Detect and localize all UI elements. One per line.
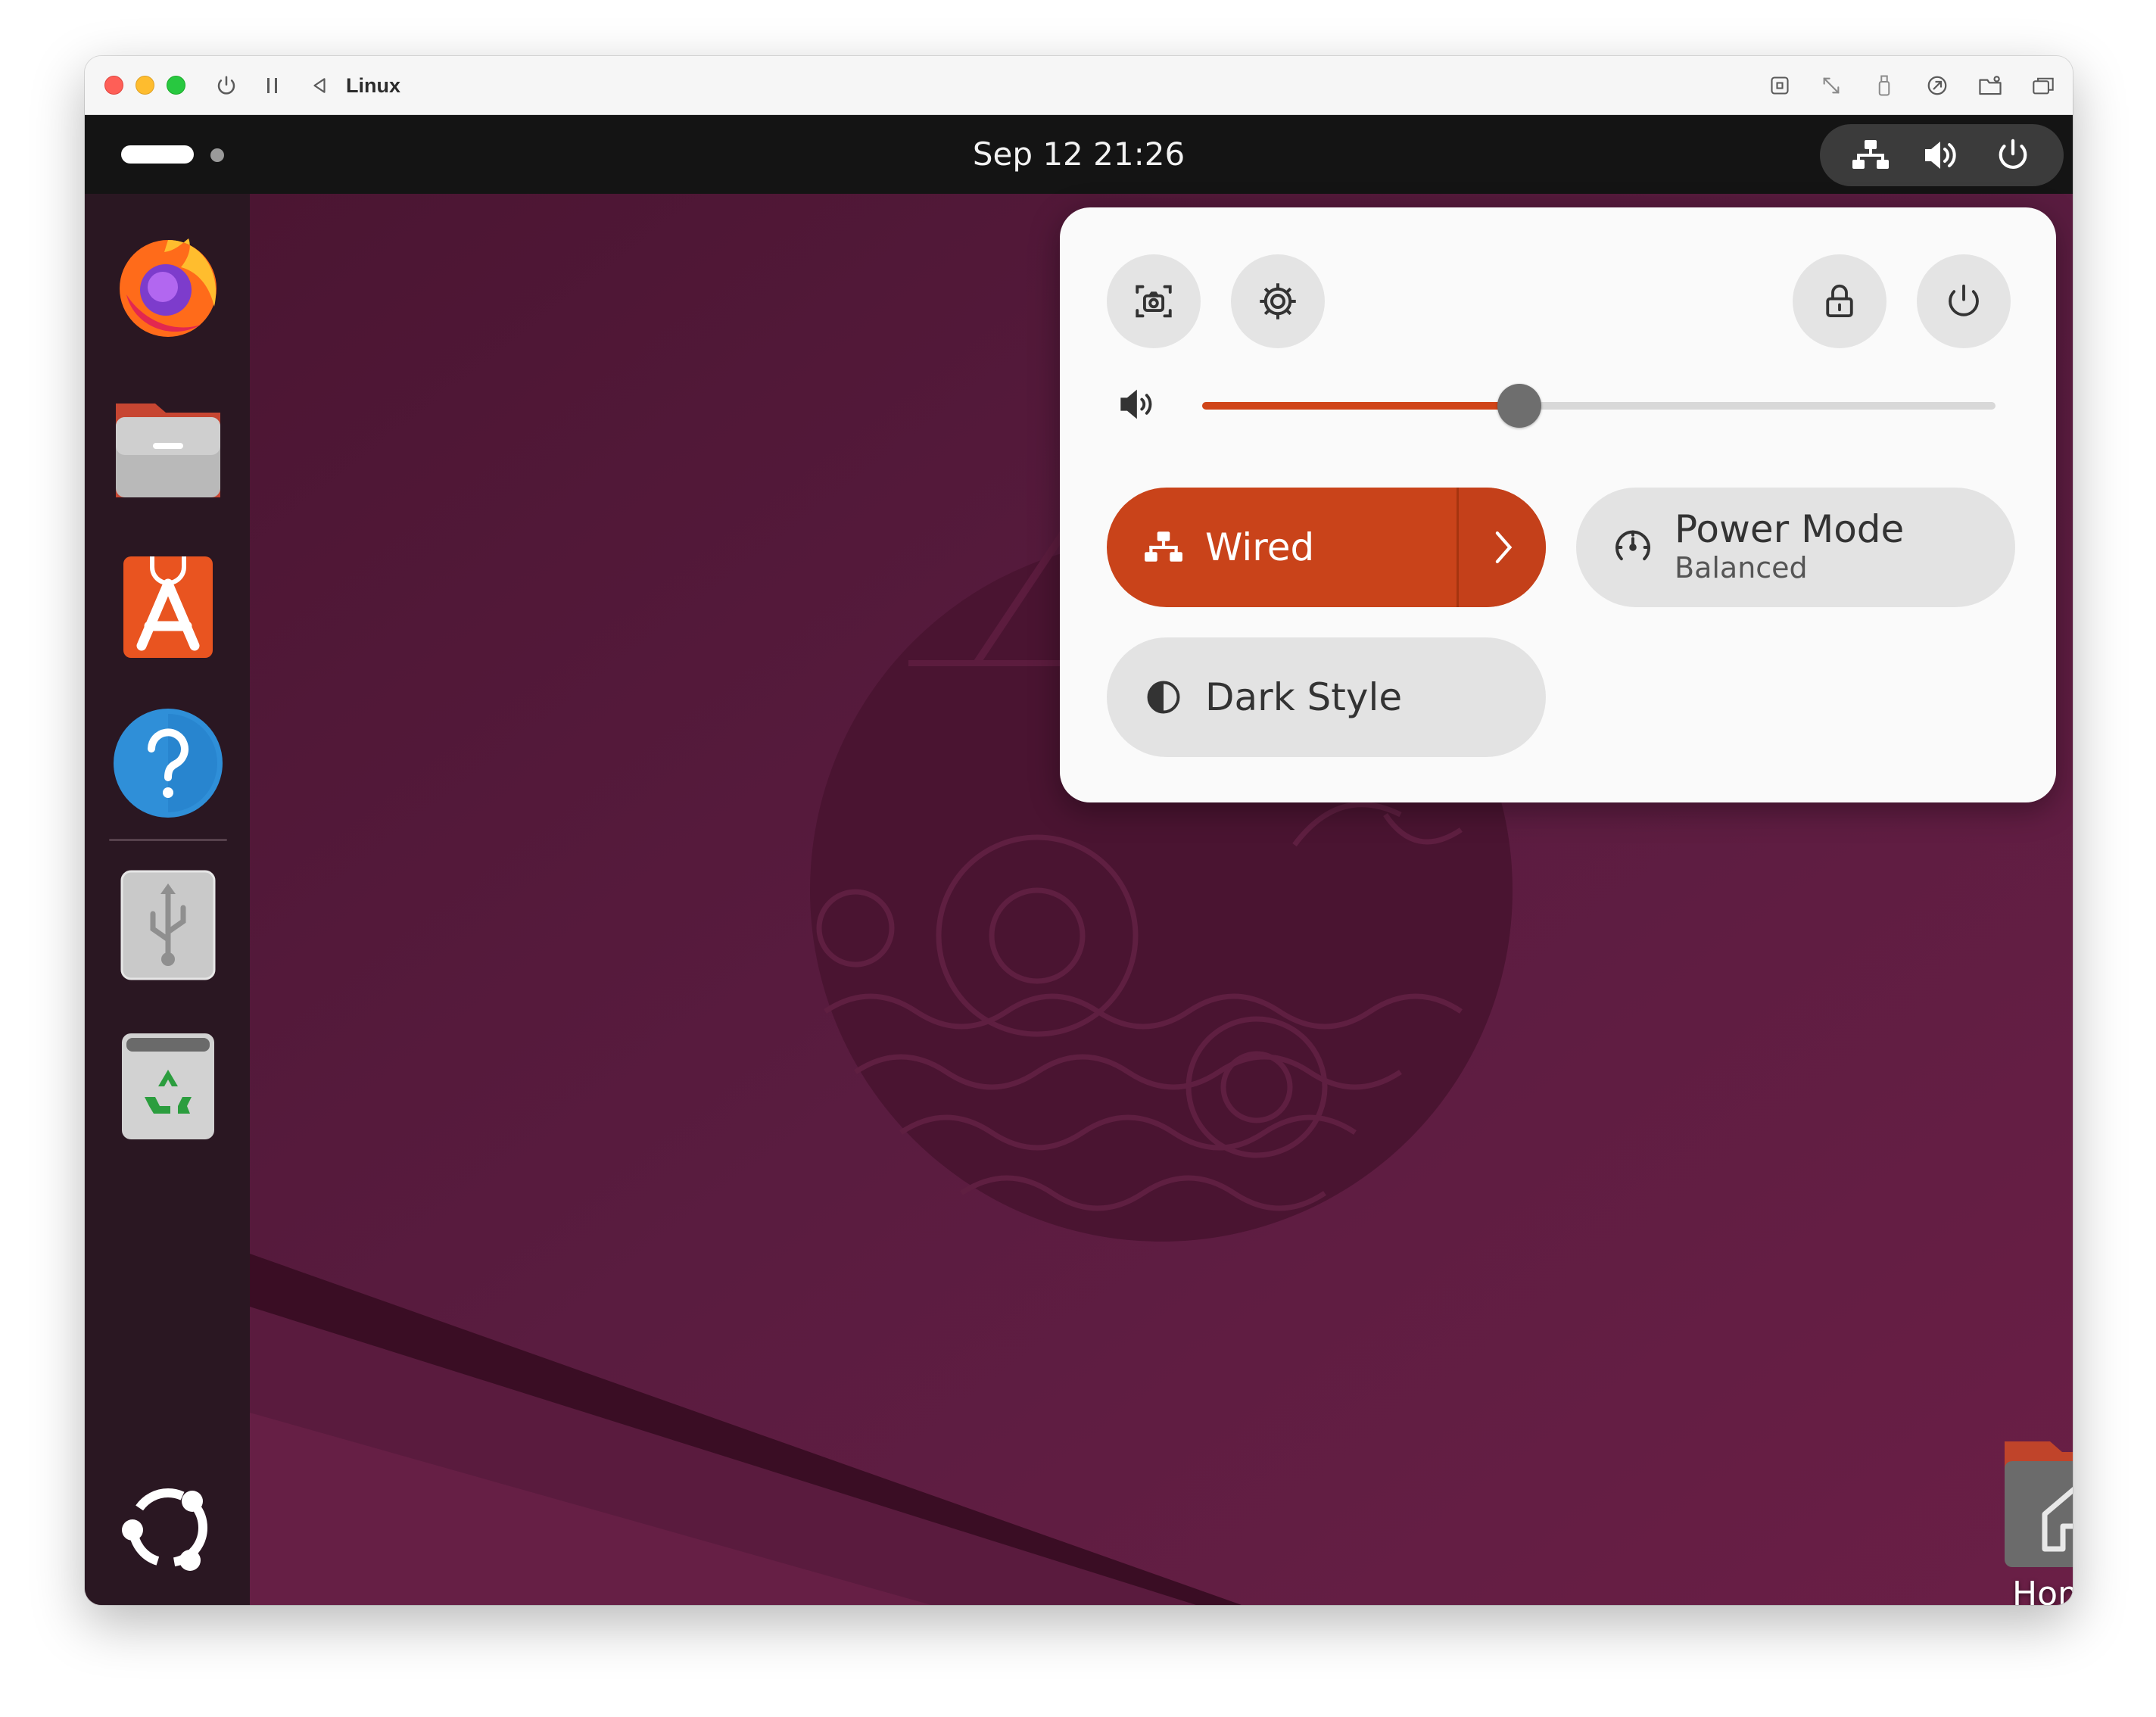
volume-slider-handle[interactable] bbox=[1497, 384, 1542, 428]
command-icon[interactable] bbox=[1761, 68, 1799, 103]
window-title: Linux bbox=[346, 74, 400, 97]
files-icon bbox=[116, 404, 220, 497]
system-status-area[interactable] bbox=[1820, 124, 2064, 186]
window-mode-icon[interactable] bbox=[2024, 68, 2062, 103]
dark-style-toggle[interactable]: Dark Style bbox=[1107, 637, 1546, 757]
home-folder-icon bbox=[2005, 1441, 2073, 1567]
speaker-icon bbox=[1919, 132, 1964, 178]
ubuntu-logo-icon bbox=[122, 1488, 207, 1571]
lock-button[interactable] bbox=[1793, 254, 1886, 348]
power-mode-toggle[interactable]: Power Mode Balanced bbox=[1576, 488, 2015, 607]
speaker-icon bbox=[1117, 386, 1163, 425]
help-icon bbox=[114, 709, 223, 818]
wired-toggle[interactable]: Wired bbox=[1107, 488, 1546, 607]
power-icon[interactable] bbox=[207, 68, 245, 103]
network-wired-icon bbox=[1142, 525, 1185, 569]
top-bar: Sep 12 21:26 bbox=[85, 115, 2073, 194]
dock bbox=[85, 194, 250, 1605]
volume-slider[interactable] bbox=[1202, 384, 1996, 428]
dark-style-label: Dark Style bbox=[1205, 675, 1403, 719]
vm-window: Linux Sep 12 21:26 Ho Wired Power Mode B… bbox=[85, 56, 2073, 1605]
dock-item-usb-drive[interactable] bbox=[107, 865, 229, 986]
lock-icon bbox=[1826, 284, 1853, 318]
network-wired-icon bbox=[1848, 132, 1893, 178]
close-window-button[interactable] bbox=[104, 76, 123, 95]
power-mode-label: Power Mode bbox=[1675, 506, 1905, 551]
wired-menu-arrow[interactable] bbox=[1457, 488, 1546, 607]
zoom-window-button[interactable] bbox=[167, 76, 185, 95]
settings-button[interactable] bbox=[1231, 254, 1325, 348]
clock[interactable]: Sep 12 21:26 bbox=[85, 115, 2073, 194]
wired-toggle-main[interactable]: Wired bbox=[1107, 488, 1457, 607]
dock-item-help[interactable] bbox=[107, 703, 229, 824]
contrast-icon bbox=[1147, 681, 1180, 714]
dock-item-show-apps[interactable] bbox=[107, 1467, 229, 1588]
power-mode-toggle-main[interactable]: Power Mode Balanced bbox=[1576, 488, 2015, 607]
dark-style-toggle-main[interactable]: Dark Style bbox=[1107, 637, 1546, 757]
resize-icon[interactable] bbox=[1812, 68, 1850, 103]
dock-item-firefox[interactable] bbox=[107, 224, 229, 345]
screenshot-button[interactable] bbox=[1107, 254, 1201, 348]
volume-slider-fill bbox=[1202, 402, 1520, 410]
app-center-icon bbox=[123, 556, 213, 658]
power-mode-icon bbox=[1611, 525, 1655, 569]
minimize-window-button[interactable] bbox=[136, 76, 154, 95]
dock-item-trash[interactable] bbox=[107, 1024, 229, 1145]
quick-settings-panel: Wired Power Mode Balanced Dark Style bbox=[1060, 207, 2056, 802]
power-icon bbox=[1990, 132, 2036, 178]
usb-drive-icon bbox=[120, 870, 216, 980]
pause-icon[interactable] bbox=[256, 68, 289, 103]
dark-style-icon bbox=[1142, 675, 1185, 719]
power-icon bbox=[1949, 284, 1979, 316]
power-menu-button[interactable] bbox=[1917, 254, 2011, 348]
network-share-icon[interactable] bbox=[1918, 68, 1956, 103]
dock-item-files[interactable] bbox=[107, 385, 229, 506]
folder-share-icon[interactable] bbox=[1971, 68, 2009, 103]
volume-row bbox=[1117, 375, 2011, 436]
power-mode-value: Balanced bbox=[1675, 550, 1808, 584]
back-icon[interactable] bbox=[303, 68, 336, 103]
usb-icon[interactable] bbox=[1865, 68, 1903, 103]
mac-titlebar: Linux bbox=[85, 56, 2073, 115]
wired-toggle-label: Wired bbox=[1205, 525, 1315, 569]
dock-separator bbox=[109, 839, 227, 841]
settings-icon bbox=[1260, 283, 1296, 319]
home-folder-label: Home bbox=[2012, 1575, 2073, 1605]
home-folder[interactable]: Home bbox=[1974, 1419, 2073, 1605]
screenshot-icon bbox=[1136, 285, 1172, 318]
chevron-right-icon bbox=[1495, 531, 1512, 564]
trash-icon bbox=[122, 1033, 214, 1139]
dock-item-app-center[interactable] bbox=[107, 544, 229, 665]
ubuntu-screen: Sep 12 21:26 Ho Wired Power Mode Balance… bbox=[85, 115, 2073, 1605]
firefox-icon bbox=[120, 238, 217, 337]
